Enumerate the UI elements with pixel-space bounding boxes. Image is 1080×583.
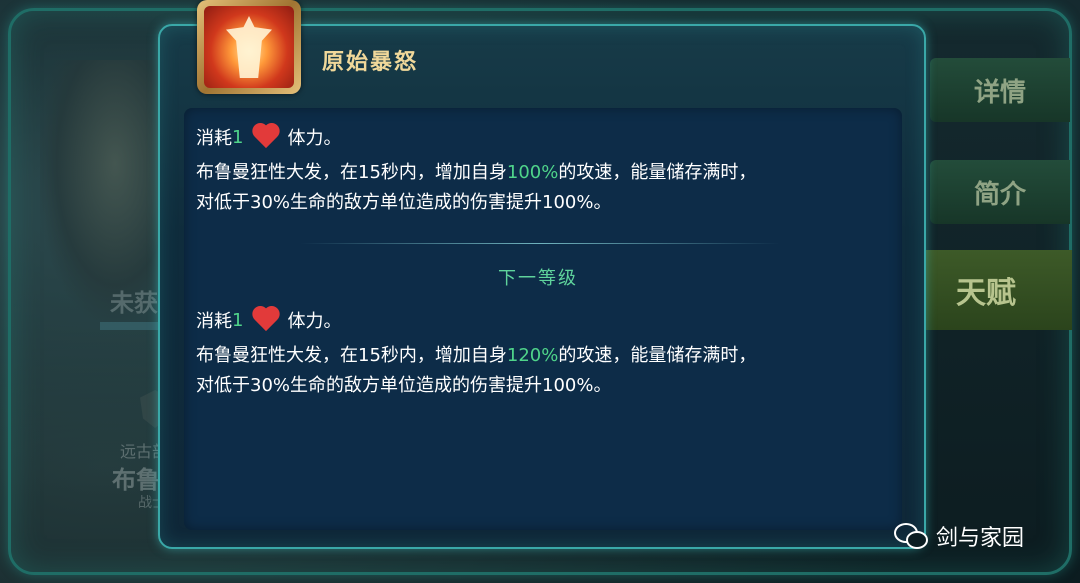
next-cost-line: 消耗 1 体力。 bbox=[196, 307, 341, 333]
next-description-line2: 对低于30%生命的敌方单位造成的伤害提升100%。 bbox=[196, 375, 612, 396]
current-description-line1: 布鲁曼狂性大发，在15秒内，增加自身100%的攻速，能量储存满时， bbox=[196, 162, 757, 183]
next-description-line1: 布鲁曼狂性大发，在15秒内，增加自身120%的攻速，能量储存满时， bbox=[196, 345, 757, 366]
heart-icon bbox=[251, 124, 281, 150]
cost-suffix: 体力。 bbox=[287, 128, 342, 149]
cost-suffix: 体力。 bbox=[287, 311, 342, 332]
wechat-icon bbox=[894, 523, 928, 549]
tab-intro[interactable]: 简介 bbox=[930, 160, 1070, 224]
skill-name: 原始暴怒 bbox=[322, 50, 419, 75]
current-description: 布鲁曼狂性大发，在15秒内，增加自身100%的攻速，能量储存满时， 对低于30%… bbox=[196, 158, 896, 218]
next-level-heading: 下一等级 bbox=[498, 268, 578, 289]
watermark: 剑与家园 bbox=[894, 520, 1024, 552]
current-cost-line: 消耗 1 体力。 bbox=[196, 124, 341, 150]
muscle-figure-icon bbox=[226, 16, 272, 78]
tab-details[interactable]: 详情 bbox=[930, 58, 1070, 122]
cost-value: 1 bbox=[232, 309, 244, 331]
current-speed-bonus: 100% bbox=[506, 162, 559, 183]
cost-prefix: 消耗 bbox=[196, 311, 232, 332]
cost-prefix: 消耗 bbox=[196, 128, 232, 149]
cost-value: 1 bbox=[232, 126, 244, 148]
next-speed-bonus: 120% bbox=[506, 345, 559, 366]
next-description: 布鲁曼狂性大发，在15秒内，增加自身120%的攻速，能量储存满时， 对低于30%… bbox=[196, 341, 896, 401]
current-description-line2: 对低于30%生命的敌方单位造成的伤害提升100%。 bbox=[196, 192, 612, 213]
section-divider bbox=[300, 243, 780, 244]
watermark-text: 剑与家园 bbox=[936, 526, 1025, 551]
heart-icon bbox=[251, 307, 281, 333]
skill-icon-frame bbox=[197, 0, 301, 94]
rage-skill-icon bbox=[204, 6, 294, 88]
